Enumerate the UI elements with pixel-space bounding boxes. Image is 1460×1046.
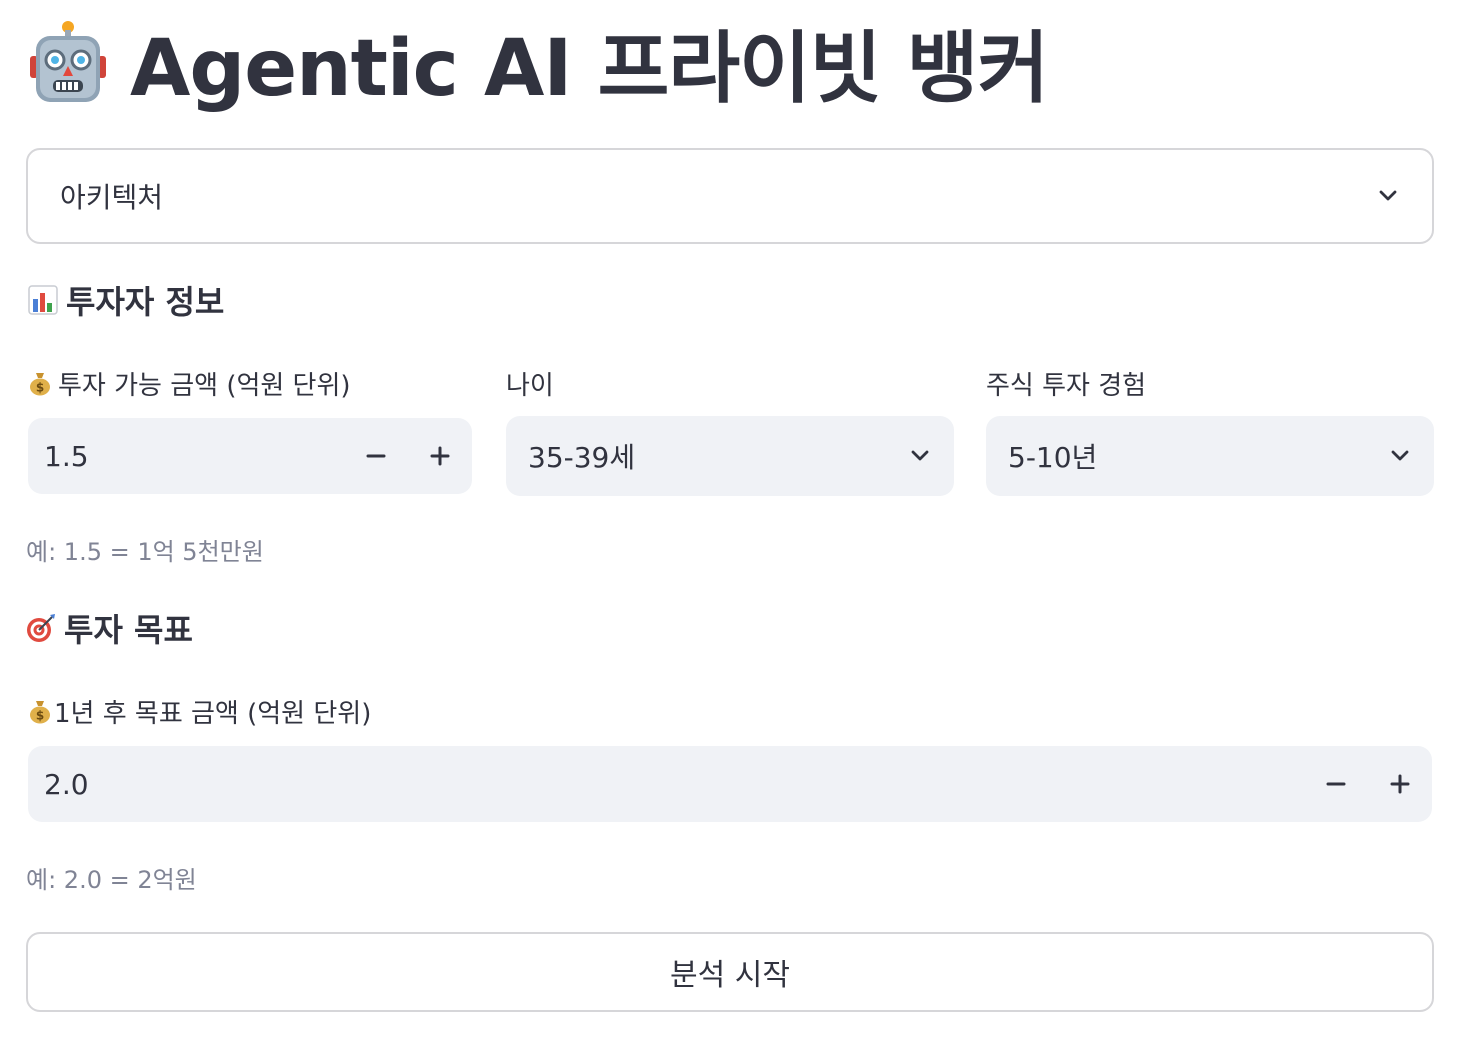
- target-amount-label: $ 1년 후 목표 금액 (억원 단위): [28, 692, 371, 730]
- amount-help-text: 예: 1.5 = 1억 5천만원: [26, 538, 264, 566]
- chevron-down-icon: [911, 450, 929, 461]
- page-title: Agentic AI 프라이빗 뱅커: [130, 24, 1049, 114]
- investor-info-heading: 투자자 정보: [28, 280, 225, 321]
- money-bag-icon: $: [30, 701, 50, 724]
- amount-label: $ 투자 가능 금액 (억원 단위): [28, 364, 351, 402]
- amount-increment-button[interactable]: [408, 418, 472, 494]
- age-label: 나이: [506, 370, 554, 401]
- target-amount-input-value[interactable]: 2.0: [28, 768, 1304, 801]
- view-select-value: 아키텍처: [60, 181, 164, 214]
- investor-info-heading-text: 투자자 정보: [66, 283, 225, 321]
- start-analysis-button[interactable]: 분석 시작: [26, 932, 1434, 1012]
- robot-icon: [30, 21, 106, 102]
- minus-icon: [1326, 782, 1346, 786]
- age-select-value: 35-39세: [528, 441, 636, 474]
- target-amount-label-text: 1년 후 목표 금액 (억원 단위): [54, 698, 372, 729]
- svg-text:$: $: [36, 381, 44, 395]
- target-amount-decrement-button[interactable]: [1304, 746, 1368, 822]
- age-select[interactable]: 35-39세: [506, 416, 954, 496]
- target-icon: [27, 614, 55, 642]
- money-bag-icon: $: [30, 373, 50, 396]
- chevron-down-icon: [1391, 450, 1409, 461]
- experience-select[interactable]: 5-10년: [986, 416, 1434, 496]
- bar-chart-icon: [28, 285, 58, 315]
- start-analysis-button-label: 분석 시작: [670, 958, 790, 993]
- plus-icon: [1390, 774, 1410, 794]
- amount-input-value[interactable]: 1.5: [28, 440, 344, 473]
- svg-text:$: $: [36, 709, 44, 723]
- chevron-down-icon: [1379, 190, 1397, 201]
- target-amount-help-text: 예: 2.0 = 2억원: [26, 866, 197, 894]
- amount-label-text: 투자 가능 금액 (억원 단위): [58, 370, 351, 401]
- amount-decrement-button[interactable]: [344, 418, 408, 494]
- investment-goal-heading: 투자 목표: [26, 608, 193, 649]
- view-select[interactable]: 아키텍처: [26, 148, 1434, 244]
- title-row: Agentic AI 프라이빗 뱅커: [28, 12, 1049, 114]
- plus-icon: [430, 446, 450, 466]
- target-amount-increment-button[interactable]: [1368, 746, 1432, 822]
- experience-select-value: 5-10년: [1008, 441, 1098, 474]
- amount-number-input: 1.5: [28, 418, 472, 494]
- investment-goal-heading-text: 투자 목표: [64, 611, 193, 649]
- target-amount-number-input: 2.0: [28, 746, 1432, 822]
- minus-icon: [366, 454, 386, 458]
- experience-label: 주식 투자 경험: [986, 370, 1147, 401]
